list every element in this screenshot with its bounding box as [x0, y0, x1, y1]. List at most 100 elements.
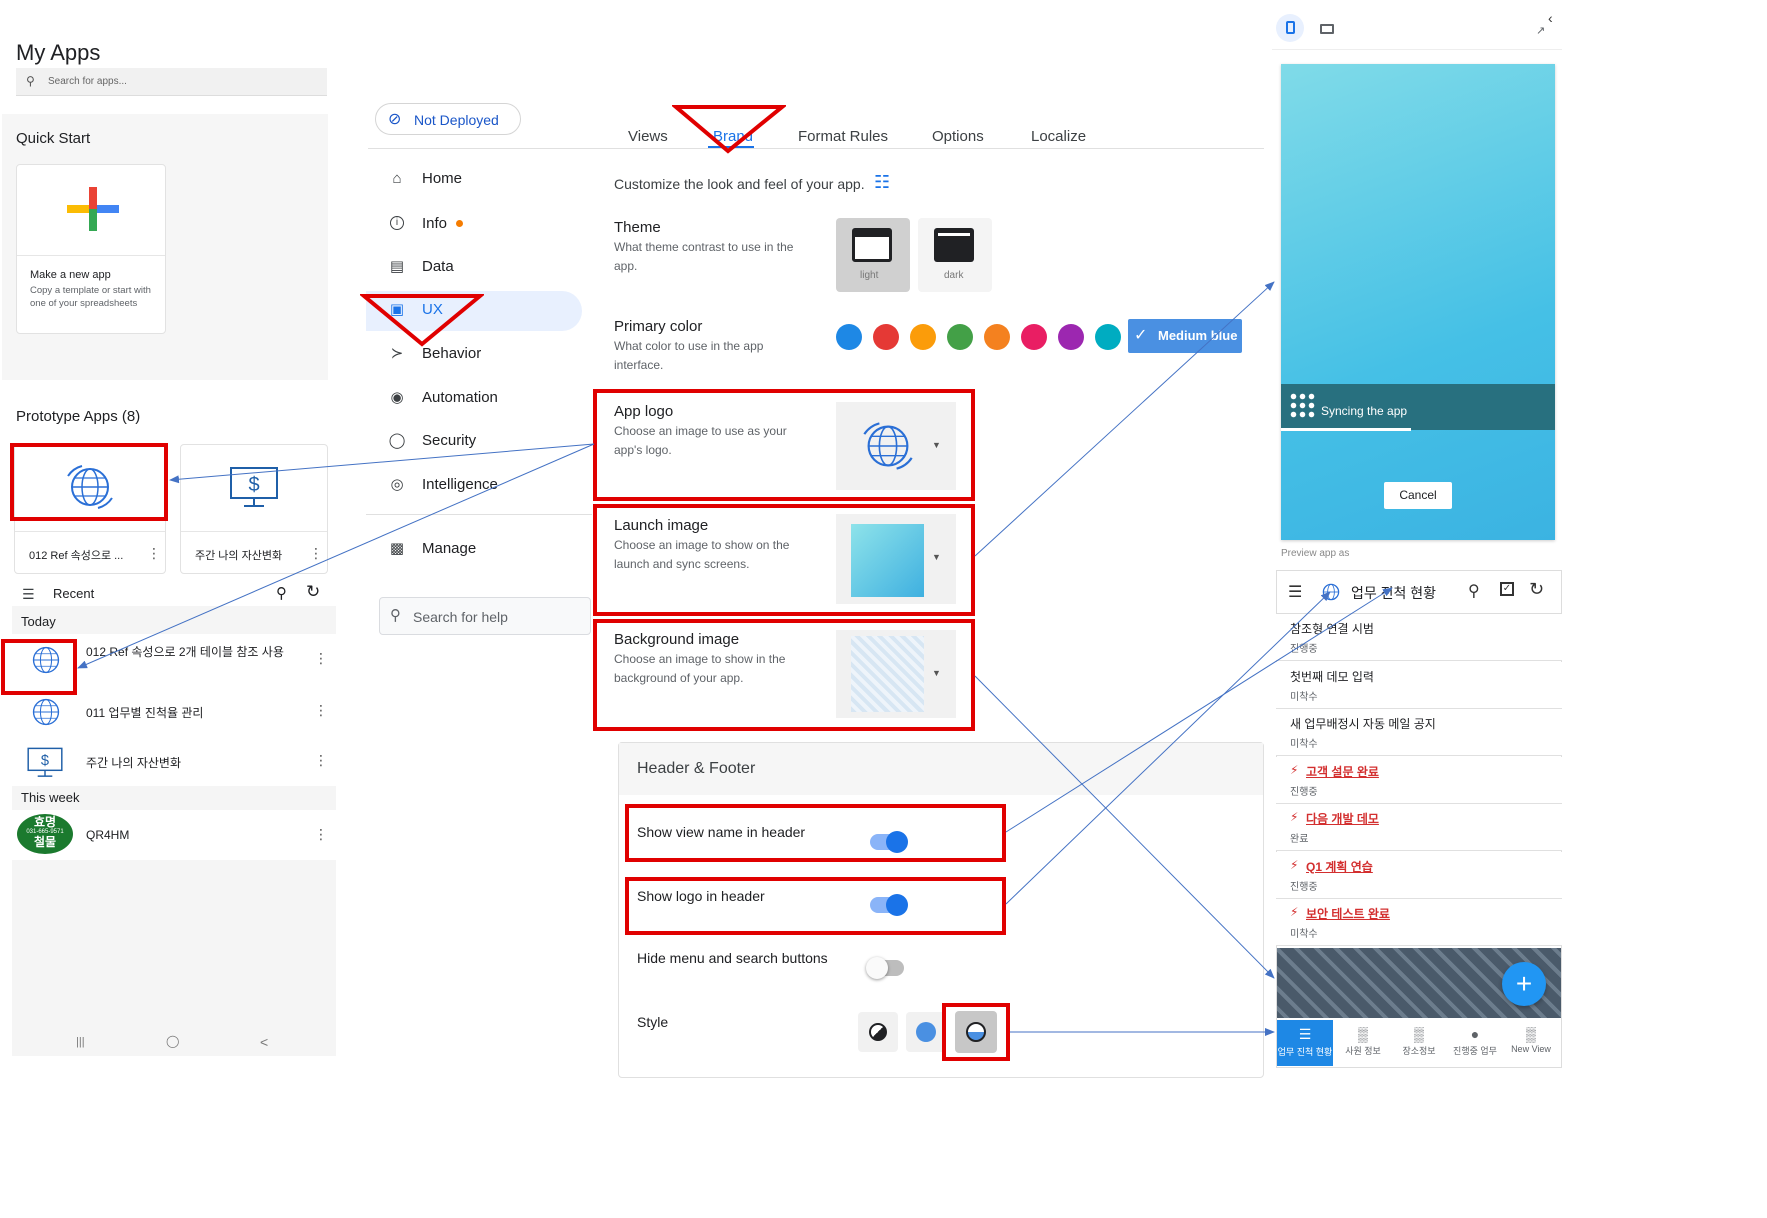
show-logo-toggle[interactable] — [870, 894, 908, 916]
list-item[interactable]: 첫번째 데모 입력 미착수 — [1276, 661, 1562, 709]
deploy-status-chip[interactable]: ⊘ Not Deployed — [375, 103, 521, 135]
proto-app-name: 012 Ref 속성으로 ... — [29, 550, 124, 562]
phone-mode-button[interactable] — [1276, 14, 1304, 42]
manage-icon: ▩ — [389, 540, 405, 557]
background-image-thumb — [851, 636, 924, 712]
hide-menu-toggle[interactable] — [866, 957, 904, 979]
prototype-apps-heading: Prototype Apps (8) — [16, 408, 141, 425]
new-app-card[interactable]: Make a new app Copy a template or start … — [16, 164, 166, 334]
launch-image-picker[interactable]: ▼ — [836, 514, 956, 604]
style-option-contrast[interactable] — [858, 1012, 898, 1052]
color-swatch[interactable] — [1021, 324, 1047, 350]
book-icon[interactable]: ☷ — [874, 172, 890, 193]
show-logo-label: Show logo in header — [637, 888, 765, 904]
preview-toolbar: ‹ ↗ — [1272, 6, 1562, 50]
bottom-nav-item[interactable]: ▒ 장소정보 — [1391, 1020, 1447, 1064]
list-item[interactable]: ⚡ 보안 테스트 완료 미착수 — [1276, 899, 1562, 946]
list-item-title: 참조형 연결 시범 — [1290, 622, 1374, 636]
color-swatch[interactable] — [836, 324, 862, 350]
app-search-input[interactable]: ⚲ Search for apps... — [16, 68, 327, 96]
dropdown-arrow-icon[interactable]: ▼ — [932, 552, 941, 562]
tab-localize[interactable]: Localize — [1031, 128, 1086, 145]
dropdown-arrow-icon[interactable]: ▼ — [932, 440, 941, 450]
bottom-nav-item[interactable]: ▒ 사원 정보 — [1335, 1020, 1391, 1064]
cancel-button[interactable]: Cancel — [1384, 482, 1452, 509]
selected-color-chip[interactable]: ✓ Medium blue — [1128, 319, 1242, 353]
more-icon[interactable]: ⋮ — [309, 545, 323, 562]
recents-nav-icon[interactable]: ||| — [76, 1036, 85, 1048]
list-item-title: 다음 개발 데모 — [1306, 812, 1379, 826]
nav-security[interactable]: ◯ Security — [388, 424, 588, 460]
color-swatch[interactable] — [1058, 324, 1084, 350]
nav-automation[interactable]: ◉ Automation — [388, 381, 588, 417]
app-logo-picker[interactable]: ▼ — [836, 402, 956, 490]
app-logo-title: App logo — [614, 403, 674, 420]
list-item-status: 미착수 — [1290, 929, 1318, 940]
list-item[interactable]: 효명 031-665-9571 철물 QR4HM ⋮ — [17, 812, 340, 858]
theme-light-option[interactable]: light — [836, 218, 910, 292]
bottom-nav-item[interactable]: ▒ New View — [1503, 1020, 1559, 1064]
list-item-status: 진행중 — [1290, 881, 1318, 893]
list-item-status: 진행중 — [1290, 644, 1318, 655]
phone-icon — [1286, 21, 1295, 34]
search-icon[interactable]: ⚲ — [276, 584, 287, 602]
nav-manage[interactable]: ▩ Manage — [388, 532, 588, 568]
more-icon[interactable]: ⋮ — [314, 826, 328, 843]
color-swatch[interactable] — [1095, 324, 1121, 350]
tablet-mode-icon[interactable] — [1320, 24, 1334, 34]
list-item[interactable]: $ 주간 나의 자산변화 ⋮ — [20, 738, 340, 784]
refresh-icon[interactable]: ↻ — [1529, 579, 1544, 600]
preview-as-label: Preview app as — [1281, 548, 1350, 559]
dropdown-arrow-icon[interactable]: ▼ — [932, 668, 941, 678]
background-image-picker[interactable]: ▼ — [836, 630, 956, 718]
color-swatch[interactable] — [873, 324, 899, 350]
show-view-name-toggle[interactable] — [870, 831, 908, 853]
list-item[interactable]: 011 업무별 진척율 관리 ⋮ — [20, 688, 340, 734]
flag-icon: ⚡ — [1290, 857, 1299, 872]
menu-icon[interactable]: ☰ — [1288, 582, 1302, 602]
list-item-name: 주간 나의 자산변화 — [86, 756, 181, 770]
help-search-input[interactable]: ⚲ Search for help — [379, 597, 591, 635]
search-icon[interactable]: ⚲ — [1468, 581, 1480, 601]
refresh-icon[interactable]: ↻ — [306, 582, 320, 602]
tab-options[interactable]: Options — [932, 128, 984, 145]
theme-dark-option[interactable]: dark — [918, 218, 992, 292]
nav-data[interactable]: ▤ Data — [388, 250, 588, 286]
more-icon[interactable]: ⋮ — [314, 650, 328, 667]
menu-icon[interactable]: ☰ — [22, 586, 35, 603]
collapse-icon[interactable]: ‹ — [1548, 10, 1553, 26]
nav-intelligence[interactable]: ◎ Intelligence — [388, 468, 588, 504]
more-icon[interactable]: ⋮ — [147, 545, 161, 562]
brand-intro: Customize the look and feel of your app. — [614, 176, 865, 192]
nav-home[interactable]: ⌂ Home — [388, 162, 588, 198]
list-item-name: 012 Ref 속성으로 2개 테이블 참조 사용 — [86, 645, 284, 659]
more-icon[interactable]: ⋮ — [314, 702, 328, 719]
security-icon: ◯ — [388, 432, 406, 449]
tab-format-rules[interactable]: Format Rules — [798, 128, 888, 145]
my-apps-panel: My Apps ⚲ Search for apps... Quick Start… — [0, 0, 340, 1218]
list-item[interactable]: 새 업무배정시 자동 메일 공지 미착수 — [1276, 709, 1562, 756]
list-item-status: 완료 — [1290, 834, 1309, 845]
list-item[interactable]: ⚡ Q1 계획 연습 진행중 — [1276, 851, 1562, 899]
list-item[interactable]: ⚡ 고객 설문 완료 진행중 — [1276, 756, 1562, 804]
checkbox-icon[interactable]: ✓ — [1500, 582, 1514, 596]
bottom-nav-item[interactable]: ● 진행중 업무 — [1447, 1020, 1503, 1064]
list-item[interactable]: ⚡ 다음 개발 데모 완료 — [1276, 804, 1562, 851]
home-nav-icon[interactable]: ◯ — [166, 1034, 179, 1048]
data-icon: ▤ — [389, 258, 405, 275]
color-swatch[interactable] — [984, 324, 1010, 350]
open-external-icon[interactable]: ↗ — [1536, 24, 1545, 37]
svg-text:$: $ — [41, 753, 49, 769]
nav-info[interactable]: i Info — [388, 207, 588, 243]
color-swatch[interactable] — [910, 324, 936, 350]
more-icon[interactable]: ⋮ — [314, 752, 328, 769]
style-option-filled[interactable] — [906, 1012, 946, 1052]
launch-image-thumb — [851, 524, 924, 597]
list-item[interactable]: 참조형 연결 시범진행중 — [1276, 614, 1562, 661]
color-swatch[interactable] — [947, 324, 973, 350]
tab-views[interactable]: Views — [628, 128, 668, 145]
back-nav-icon[interactable]: < — [260, 1034, 268, 1050]
bottom-nav-item-active[interactable]: ☰ 업무 진척 현황 — [1277, 1020, 1333, 1066]
add-fab-button[interactable]: + — [1502, 962, 1546, 1006]
background-image-desc: Choose an image to show in the backgroun… — [614, 652, 786, 685]
